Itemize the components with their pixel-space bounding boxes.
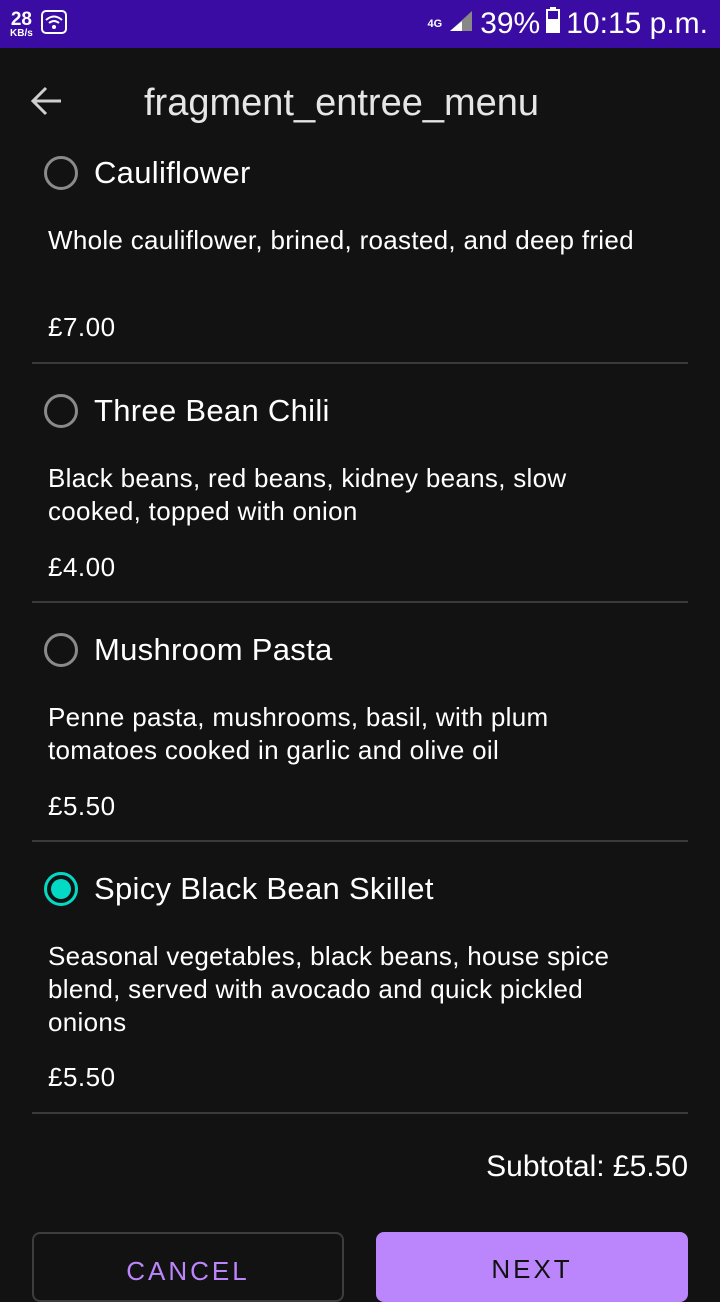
battery-icon [546,7,561,41]
menu-item-radio-row[interactable]: Spicy Black Bean Skillet [44,871,434,907]
cancel-button[interactable]: CANCEL [32,1232,344,1302]
radio-button[interactable] [44,156,78,190]
menu-item-name: Three Bean Chili [94,393,330,428]
menu-item-name: Spicy Black Bean Skillet [94,871,434,906]
menu-item-price: £5.50 [48,791,116,821]
radio-button[interactable] [44,633,78,667]
clock: 10:15 p.m. [566,7,708,40]
menu-item-radio-row[interactable]: Mushroom Pasta [44,632,333,668]
menu-item-name: Cauliflower [94,155,251,190]
menu-item-radio-row[interactable]: Cauliflower [44,155,251,191]
status-bar: 28 KB/s 4G 39% 10:15 p.m. [0,0,720,48]
menu-item-price: £4.00 [48,552,116,582]
subtotal-text: Subtotal: £5.50 [486,1150,688,1183]
wifi-icon [40,9,67,39]
battery-level: 39% [480,7,541,40]
network-type: 4G [427,17,443,30]
back-button[interactable] [22,78,72,128]
menu-item-description: Penne pasta, mushrooms, basil, with plum… [48,702,549,765]
menu-item: Cauliflower Whole cauliflower, brined, r… [32,140,688,364]
page-title: fragment_entree_menu [144,82,540,124]
radio-dot-icon [51,879,71,899]
menu-item-name: Mushroom Pasta [94,632,333,667]
speed-unit: KB/s [10,27,33,39]
menu-item-description: Whole cauliflower, brined, roasted, and … [48,225,634,255]
signal-icon [448,7,474,41]
menu-item: Mushroom Pasta Penne pasta, mushrooms, b… [32,601,688,842]
radio-button[interactable] [44,394,78,428]
menu-item-description: Seasonal vegetables, black beans, house … [48,941,610,1037]
radio-button-checked[interactable] [44,872,78,906]
next-button[interactable]: NEXT [376,1232,688,1302]
menu-item-price: £7.00 [48,312,116,342]
menu-item: Spicy Black Bean Skillet Seasonal vegeta… [32,840,688,1114]
menu-item: Three Bean Chili Black beans, red beans,… [32,362,688,603]
network-speed: 28 KB/s [10,10,33,39]
arrow-left-icon [29,83,65,124]
speed-value: 28 [10,8,32,30]
menu-item-description: Black beans, red beans, kidney beans, sl… [48,463,567,526]
menu-item-price: £5.50 [48,1062,116,1092]
menu-item-radio-row[interactable]: Three Bean Chili [44,393,330,429]
